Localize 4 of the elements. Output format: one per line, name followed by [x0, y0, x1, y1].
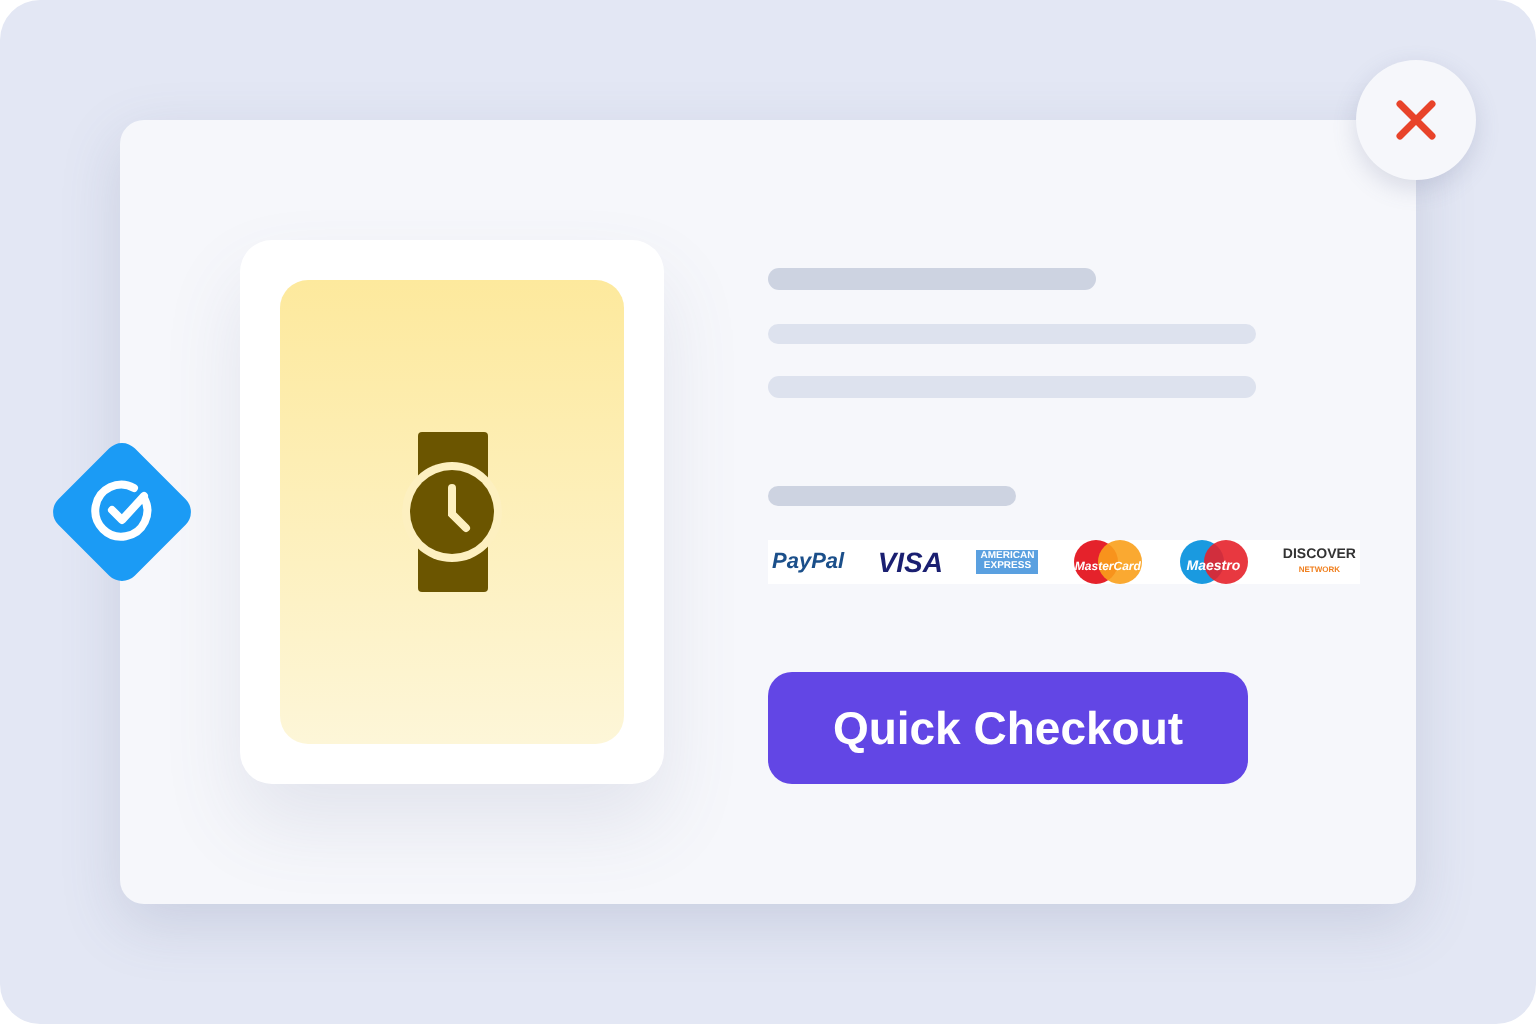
- visa-logo: VISA: [877, 546, 944, 579]
- paypal-logo: PayPal: [772, 550, 845, 575]
- checkout-button[interactable]: Quick Checkout: [768, 672, 1248, 785]
- close-icon: [1396, 100, 1436, 140]
